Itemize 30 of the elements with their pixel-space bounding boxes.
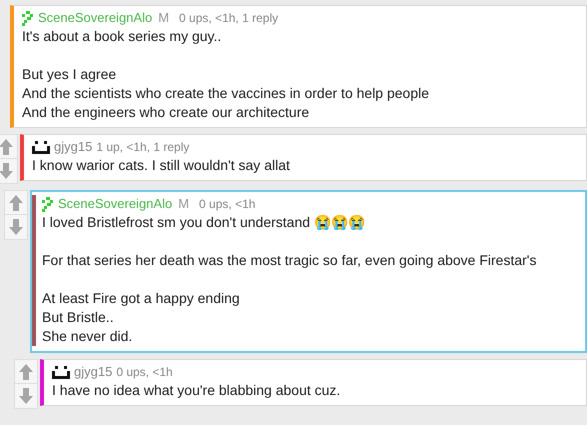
username-link[interactable]: SceneSovereignAlo [58,195,172,213]
comment-meta: 0 ups, <1h [199,196,256,213]
comment-meta: 0 ups, <1h, 1 reply [179,10,278,27]
mod-label: M [158,9,170,27]
comment-text: I know warior cats. I still wouldn't say allat [32,156,291,175]
comment-text: It's about a book series my guy.. But yes I agree And the scientists who create the vaccines in order to help people And the engineers who create our architecture [22,27,430,122]
pixel-avatar-icon [42,196,54,212]
pixel-avatar-icon [22,10,34,26]
up-arrow-icon [9,194,23,210]
upvote-button[interactable] [4,190,28,215]
downvote-button[interactable] [14,384,38,409]
username-link[interactable]: gjyg15 [54,138,92,156]
pixel-avatar-icon [52,366,70,378]
up-arrow-icon [19,364,33,380]
username-link[interactable]: SceneSovereignAlo [38,9,152,27]
comment-text: I have no idea what you're blabbing about cuz. [52,381,342,400]
up-arrow-icon [0,138,13,154]
down-arrow-icon [0,163,13,179]
pixel-avatar-icon [32,140,50,154]
username-link[interactable]: gjyg15 [74,363,112,381]
down-arrow-icon [9,219,23,235]
comment-meta: 1 up, <1h, 1 reply [96,139,190,156]
comment-meta: 0 ups, <1h [116,364,173,381]
downvote-button[interactable] [0,159,18,184]
upvote-button[interactable] [14,359,38,384]
downvote-button[interactable] [4,215,28,240]
down-arrow-icon [19,388,33,404]
upvote-button[interactable] [0,134,18,159]
mod-label: M [178,195,190,213]
comment-text: I loved Bristlefrost sm you don't understand 😭😭😭 For that series her death was the most tragic so far, even going above Firestar's At least Fire got a happy ending But Bristle.. She never did. [42,213,538,346]
